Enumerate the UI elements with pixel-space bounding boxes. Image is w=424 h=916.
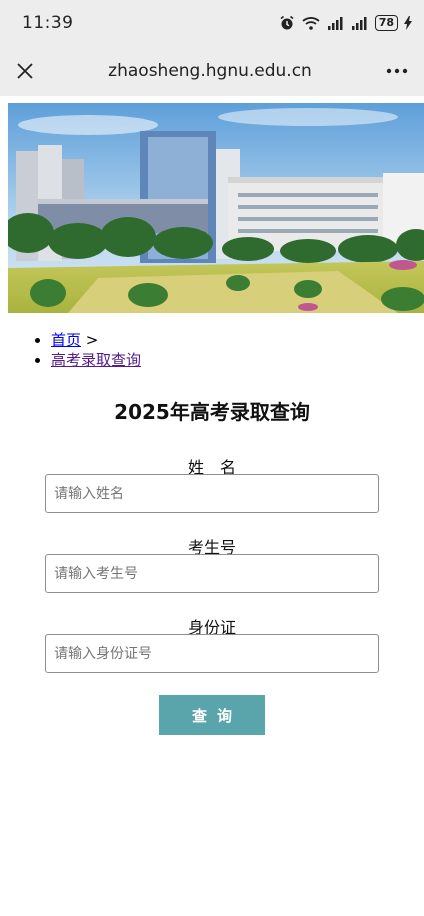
signal-icon-1: [327, 15, 345, 31]
wifi-icon: [301, 15, 321, 31]
charging-icon: [404, 15, 412, 31]
more-options-icon[interactable]: [384, 60, 410, 82]
campus-banner-image: [8, 103, 424, 313]
breadcrumb-separator: >: [85, 331, 99, 349]
alarm-icon: [279, 15, 295, 31]
breadcrumb-item-home: 首页 >: [51, 330, 141, 350]
signal-icon-2: [351, 15, 369, 31]
status-time: 11:39: [22, 13, 74, 33]
close-icon[interactable]: [14, 60, 36, 82]
breadcrumb-current-link[interactable]: 高考录取查询: [51, 351, 141, 369]
battery-level: 78: [374, 15, 398, 31]
status-icons: 78: [279, 15, 412, 31]
query-button[interactable]: 查询: [159, 695, 265, 735]
name-input[interactable]: [45, 474, 379, 513]
breadcrumb-home-link[interactable]: 首页: [51, 331, 81, 349]
page-title: 2025年高考录取查询: [114, 400, 310, 424]
id-card-input[interactable]: [45, 634, 379, 673]
breadcrumb: 首页 > 高考录取查询: [36, 330, 141, 370]
status-bar: 11:39 78: [0, 0, 424, 46]
exam-number-input[interactable]: [45, 554, 379, 593]
breadcrumb-item-current: 高考录取查询: [51, 350, 141, 370]
browser-header: zhaosheng.hgnu.edu.cn: [0, 46, 424, 96]
page-url: zhaosheng.hgnu.edu.cn: [108, 61, 312, 81]
